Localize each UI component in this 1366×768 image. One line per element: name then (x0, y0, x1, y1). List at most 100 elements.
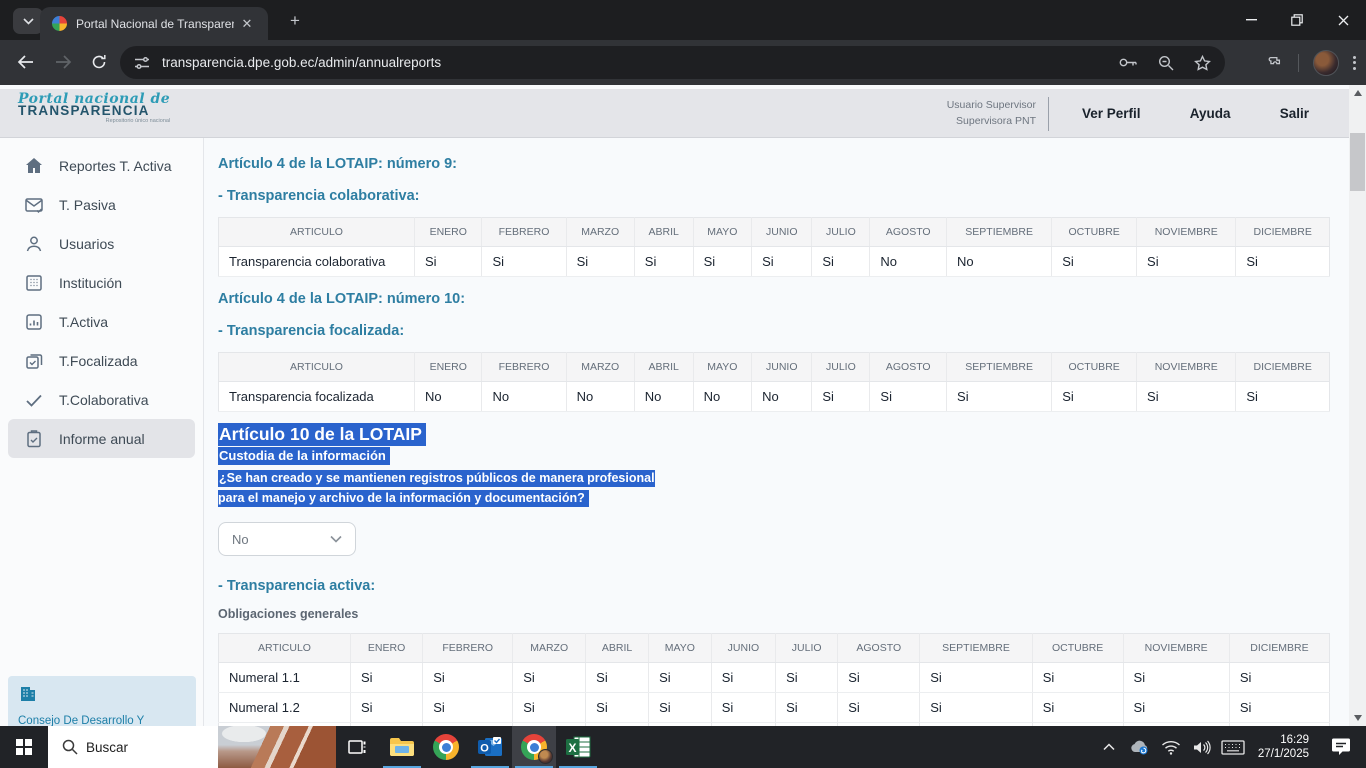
refresh-button[interactable] (84, 47, 114, 77)
column-header: OCTUBRE (1052, 353, 1137, 382)
window-minimize-button[interactable] (1228, 0, 1274, 40)
cell-value: No (693, 382, 752, 412)
sidebar-item-reportes-t-activa[interactable]: Reportes T. Activa (8, 146, 195, 185)
sidebar-item-label: T. Pasiva (59, 197, 116, 213)
sidebar-item-informe-anual[interactable]: Informe anual (8, 419, 195, 458)
row-label: Transparencia colaborativa (219, 247, 415, 277)
tab-close-icon[interactable]: ✕ (238, 15, 256, 33)
sidebar-item-institucion[interactable]: Institución (8, 263, 195, 302)
cell-value: No (415, 382, 482, 412)
user-info: Usuario Supervisor Supervisora PNT (947, 97, 1049, 131)
sidebar-item-t-activa[interactable]: T.Activa (8, 302, 195, 341)
outlook-icon: O (477, 735, 503, 759)
user-role: Supervisora PNT (947, 113, 1036, 129)
clock-time: 16:29 (1258, 733, 1309, 747)
section-title-articulo4-10: Artículo 4 de la LOTAIP: número 10: (218, 291, 1330, 307)
section-subtitle-activa: - Transparencia activa: (218, 578, 1330, 594)
zoom-out-icon[interactable] (1158, 55, 1174, 71)
sidebar-item-usuarios[interactable]: Usuarios (8, 224, 195, 263)
highlight-title: Artículo 10 de la LOTAIP (218, 423, 426, 446)
sidebar-item-t-colaborativa[interactable]: T.Colaborativa (8, 380, 195, 419)
column-header: MAYO (649, 634, 712, 663)
screen: Portal Nacional de Transparenci ✕ + tran… (0, 0, 1366, 768)
column-header: MARZO (513, 634, 586, 663)
window-restore-button[interactable] (1274, 0, 1320, 40)
column-header: NOVIEMBRE (1137, 218, 1236, 247)
row-label: Numeral 1.1 (219, 663, 351, 693)
profile-avatar[interactable] (1313, 50, 1339, 76)
column-header: ARTICULO (219, 634, 351, 663)
column-header: ARTICULO (219, 353, 415, 382)
volume-button[interactable] (1190, 732, 1214, 762)
cell-value: Si (649, 663, 712, 693)
column-header: OCTUBRE (1052, 218, 1137, 247)
window-close-button[interactable] (1320, 0, 1366, 40)
column-header: DICIEMBRE (1236, 353, 1330, 382)
touch-keyboard-button[interactable] (1221, 732, 1245, 762)
browser-tab[interactable]: Portal Nacional de Transparenci ✕ (40, 7, 268, 40)
wifi-button[interactable] (1159, 732, 1183, 762)
selected-text-block: Artículo 10 de la LOTAIP Custodia de la … (218, 424, 1330, 508)
search-input[interactable] (86, 740, 216, 755)
column-header: DICIEMBRE (1236, 218, 1330, 247)
custody-select[interactable]: No (218, 522, 356, 556)
table-transparencia-colaborativa: ARTICULOENEROFEBREROMARZOABRILMAYOJUNIOJ… (218, 217, 1330, 277)
column-header: JULIO (776, 634, 838, 663)
sidebar-item-t-focalizada[interactable]: T.Focalizada (8, 341, 195, 380)
extensions-icon[interactable] (1266, 54, 1284, 72)
cell-value: No (752, 382, 812, 412)
address-bar[interactable]: transparencia.dpe.gob.ec/admin/annualrep… (120, 46, 1225, 79)
cell-value: Si (634, 247, 693, 277)
column-header: ABRIL (634, 353, 693, 382)
tray-expand-button[interactable] (1097, 732, 1121, 762)
onedrive-button[interactable] (1128, 732, 1152, 762)
row-label: Transparencia focalizada (219, 382, 415, 412)
scroll-down-arrow[interactable] (1349, 710, 1366, 726)
sidebar-item-t-pasiva[interactable]: T. Pasiva (8, 185, 195, 224)
cell-value: Si (482, 247, 566, 277)
bookmark-star-icon[interactable] (1194, 55, 1211, 71)
logo-caps-text: TRANSPARENCIA (18, 104, 170, 118)
cell-value: Si (1229, 693, 1329, 723)
outlook-button[interactable]: O (468, 726, 512, 768)
chrome-button[interactable] (424, 726, 468, 768)
taskbar-search[interactable] (48, 726, 336, 768)
section-subtitle-colaborativa: - Transparencia colaborativa: (218, 188, 1330, 204)
new-tab-button[interactable]: + (282, 10, 308, 32)
scroll-up-arrow[interactable] (1349, 85, 1366, 101)
column-header: ARTICULO (219, 218, 415, 247)
excel-icon: X (565, 735, 591, 759)
site-settings-icon[interactable] (134, 56, 150, 70)
profile-overlay-avatar (538, 749, 553, 764)
menu-ver-perfil[interactable]: Ver Perfil (1082, 106, 1141, 121)
cell-value: Si (1032, 663, 1123, 693)
sidebar-item-label: Reportes T. Activa (59, 158, 172, 174)
page-scrollbar[interactable] (1349, 85, 1366, 726)
notification-icon (1331, 738, 1351, 756)
chrome-profile-button[interactable] (512, 726, 556, 768)
back-button[interactable] (10, 47, 40, 77)
sidebar-item-label: Institución (59, 275, 122, 291)
browser-menu-icon[interactable] (1353, 56, 1356, 70)
clock-date: 27/1/2025 (1258, 747, 1309, 761)
column-header: ENERO (351, 634, 423, 663)
taskbar-clock[interactable]: 16:29 27/1/2025 (1252, 733, 1317, 761)
task-view-button[interactable] (336, 726, 380, 768)
file-explorer-button[interactable] (380, 726, 424, 768)
cell-value: Si (920, 693, 1033, 723)
cell-value: Si (812, 382, 870, 412)
menu-ayuda[interactable]: Ayuda (1190, 106, 1231, 121)
cell-value: Si (870, 382, 947, 412)
url-text[interactable]: transparencia.dpe.gob.ec/admin/annualrep… (162, 55, 441, 70)
forward-button[interactable] (48, 47, 78, 77)
tab-search-button[interactable] (13, 8, 43, 34)
column-header: AGOSTO (870, 218, 947, 247)
wifi-icon (1161, 740, 1181, 755)
scrollbar-thumb[interactable] (1350, 133, 1365, 191)
user-icon (24, 234, 44, 254)
menu-salir[interactable]: Salir (1280, 106, 1309, 121)
start-button[interactable] (0, 726, 48, 768)
excel-button[interactable]: X (556, 726, 600, 768)
password-key-icon[interactable] (1119, 57, 1138, 68)
action-center-button[interactable] (1324, 726, 1358, 768)
